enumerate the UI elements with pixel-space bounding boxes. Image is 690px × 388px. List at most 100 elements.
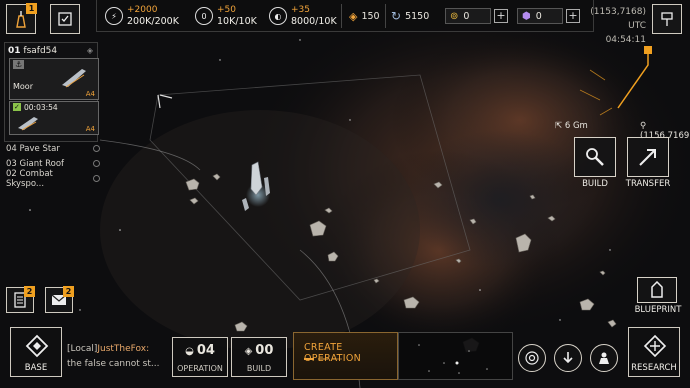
- mail-badge: 2: [63, 286, 74, 297]
- resource-power: ⚡ +2000 200K/200K: [105, 2, 179, 30]
- crew-button[interactable]: [590, 344, 618, 372]
- card-timer: 00:03:54: [24, 103, 58, 112]
- reports-badge: 2: [24, 286, 35, 297]
- crew-icon: [599, 352, 609, 364]
- card-label: Moor: [13, 82, 33, 91]
- add-premium-button[interactable]: +: [566, 9, 580, 23]
- operation-icon: ◒: [185, 346, 194, 357]
- fleet-name: fsafd54: [23, 46, 58, 56]
- space-map[interactable]: [0, 0, 690, 388]
- chat-message: the false cannot st...: [67, 359, 160, 369]
- queue-name: Pave Star: [19, 143, 60, 154]
- premium-counter: ⬢ 0 +: [517, 7, 580, 25]
- blueprint-icon: [651, 281, 663, 298]
- build-count: 00: [255, 343, 274, 358]
- premium-icon: ⬢: [522, 10, 531, 22]
- research-icon: [643, 334, 667, 358]
- list-item[interactable]: 02 Combat Skyspo...: [6, 168, 100, 189]
- operation-counter[interactable]: ◒ 04 OPERATION: [172, 337, 228, 377]
- mail-button[interactable]: 2: [45, 286, 74, 313]
- card-level: A4: [85, 125, 95, 133]
- distance-value: 6 Gm: [564, 121, 588, 131]
- build-queue-icon: ◈: [244, 346, 253, 357]
- base-button[interactable]: BASE: [10, 327, 62, 377]
- resource-delta: +35: [291, 5, 310, 15]
- location-readout: (1153,7168) UTC 04:54:11: [590, 5, 646, 47]
- build-queue-label: BUILD: [246, 364, 272, 373]
- crystal-icon: ◐: [269, 7, 287, 25]
- build-counter[interactable]: ◈ 00 BUILD: [231, 337, 287, 377]
- research-label: RESEARCH: [631, 363, 677, 373]
- reports-button[interactable]: 2: [6, 286, 35, 313]
- minimap[interactable]: [398, 332, 513, 380]
- list-item[interactable]: 04 Pave Star: [6, 141, 100, 156]
- radar-icon: [525, 351, 539, 365]
- operation-label: OPERATION: [177, 364, 223, 373]
- transfer-button[interactable]: [627, 137, 669, 177]
- status-dot: [93, 160, 100, 167]
- credits-value: 5150: [405, 10, 430, 22]
- create-operation-button[interactable]: CREATE OPERATION: [293, 332, 398, 380]
- progress-dash: [304, 358, 314, 360]
- queue-number: 04: [6, 143, 17, 154]
- checklist-icon: [58, 12, 72, 26]
- status-dot: [93, 145, 100, 152]
- zero-g-icon: 0: [195, 7, 213, 25]
- chat-channel: [Local]: [67, 344, 98, 354]
- gold-value: 0: [463, 10, 470, 22]
- resource-crystal: ◐ +35 8000/10K: [269, 2, 337, 30]
- map-pin-button[interactable]: [652, 4, 682, 34]
- utc-time: UTC 04:54:11: [605, 21, 646, 45]
- operation-count: 04: [196, 343, 215, 358]
- chat-user: JustTheFox:: [97, 344, 150, 354]
- settings-icon[interactable]: ◈: [87, 46, 93, 55]
- divider: [341, 4, 342, 28]
- queue-list: 04 Pave Star 03 Giant Roof 02 Combat Sky…: [6, 141, 100, 189]
- queue-number: 02: [6, 168, 17, 179]
- fleet-panel[interactable]: 01 fsafd54 ◈ ⚓ Moor A4 ✓ 00:03:54 A4: [4, 42, 99, 142]
- chat-preview[interactable]: [Local]JustTheFox: the false cannot st..…: [67, 342, 167, 372]
- build-label: BUILD: [582, 179, 608, 189]
- status-check-icon: ✓: [13, 103, 21, 111]
- resource-delta: +2000: [127, 5, 158, 15]
- download-button[interactable]: [554, 344, 582, 372]
- transfer-label: TRANSFER: [625, 179, 671, 189]
- base-icon: [25, 334, 49, 358]
- anchor-icon: ⚓: [13, 60, 25, 69]
- arrow-down-icon: [563, 352, 573, 364]
- fleet-number: 01: [8, 46, 21, 56]
- credits-icon: ↻: [391, 9, 402, 23]
- premium-value: 0: [535, 10, 542, 22]
- tasks-button[interactable]: [50, 4, 80, 34]
- resource-delta: +50: [217, 5, 236, 15]
- resource-value: 8000/10K: [291, 16, 337, 27]
- queue-number: 03: [6, 158, 17, 169]
- create-operation-label: CREATE OPERATION: [304, 342, 362, 364]
- fuel-value: 150: [361, 10, 380, 22]
- tools-button[interactable]: 1: [6, 3, 37, 34]
- gold-icon: ⊚: [450, 10, 459, 22]
- pin-icon: ⚲: [640, 121, 647, 131]
- base-label: BASE: [24, 363, 48, 373]
- resource-value: 10K/10K: [217, 16, 257, 27]
- wrench-gear-icon: [586, 148, 604, 166]
- ship-icon: [62, 69, 86, 88]
- fleet-card-moor[interactable]: ⚓ Moor A4: [9, 58, 99, 100]
- power-icon: ⚡: [105, 7, 123, 25]
- blueprint-button[interactable]: [637, 277, 677, 303]
- credits-counter: ↻ 5150: [391, 7, 429, 25]
- resource-zero-g: 0 +50 10K/10K: [195, 2, 257, 30]
- signpost-icon: [661, 12, 673, 26]
- transfer-arrow-icon: [639, 149, 656, 166]
- gold-counter: ⊚ 0 +: [445, 7, 508, 25]
- resource-value: 200K/200K: [127, 16, 179, 27]
- build-button[interactable]: [574, 137, 616, 177]
- radar-button[interactable]: [518, 344, 546, 372]
- distance-readout: ⇱ 6 Gm: [555, 121, 588, 131]
- add-gold-button[interactable]: +: [494, 9, 508, 23]
- resource-bar: ⚡ +2000 200K/200K 0 +50 10K/10K ◐ +35 80…: [96, 0, 594, 32]
- fleet-card-timer[interactable]: ✓ 00:03:54 A4: [9, 101, 99, 135]
- research-button[interactable]: RESEARCH: [628, 327, 680, 377]
- blueprint-label: BLUEPRINT: [634, 305, 682, 315]
- card-level: A4: [85, 90, 95, 98]
